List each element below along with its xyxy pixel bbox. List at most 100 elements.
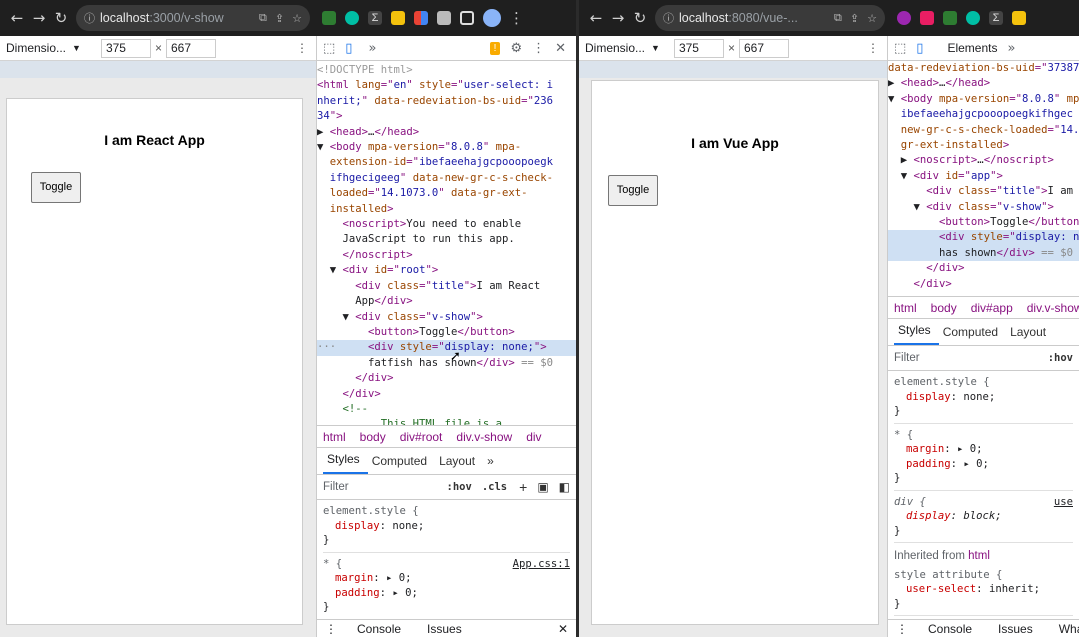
paint-icon[interactable]: ▣ (537, 480, 548, 494)
subtab-styles[interactable]: Styles (323, 452, 368, 474)
dom-node-line[interactable]: loaded="14.1073.0" data-gr-ext- (317, 186, 576, 201)
subtab-[interactable]: » (483, 454, 502, 474)
drawer-tab-issues[interactable]: Issues (427, 622, 462, 636)
more-panels-icon[interactable]: » (368, 41, 376, 56)
subtab-styles[interactable]: Styles (894, 323, 939, 345)
dom-node-line[interactable]: ▶ <noscript>…</noscript> (888, 153, 1079, 168)
styles-filter-input[interactable]: Filter (323, 481, 349, 493)
device-select[interactable]: Dimensio... (6, 41, 66, 55)
dom-node-line[interactable]: </div> (317, 387, 576, 402)
dom-node-line[interactable]: This HTML file is a (317, 417, 576, 425)
device-width-input[interactable]: 375 (100, 38, 151, 58)
inspect-element-icon[interactable]: ⬚ (323, 41, 335, 56)
device-width-input[interactable]: 375 (673, 38, 724, 58)
dom-node-line[interactable]: JavaScript to run this app. (317, 232, 576, 247)
dom-node-line[interactable]: </div> (888, 277, 1079, 292)
dom-node-line[interactable]: new-gr-c-s-check-loaded="14. (888, 123, 1079, 138)
bookmark-star-icon[interactable]: ☆ (292, 12, 302, 25)
dom-node-line[interactable]: <div class="title">I am React (317, 279, 576, 294)
device-toggle-icon[interactable]: ▯ (916, 41, 923, 56)
dom-node-line[interactable]: fatfish has shown</div> == $0 (317, 356, 576, 371)
drawer-tab-console[interactable]: Console (357, 622, 401, 636)
hover-state-toggle[interactable]: :hov (447, 481, 472, 493)
share-icon[interactable]: ⇪ (850, 12, 859, 25)
css-declaration[interactable]: padding: ▸ 0; (894, 457, 1073, 472)
translate-icon[interactable]: ⧉ (259, 11, 267, 25)
rule-source-link[interactable]: use (1054, 495, 1073, 510)
site-info-icon[interactable]: ⓘ (663, 10, 674, 26)
dom-node-line[interactable]: ▼ <div class="v-show"> (888, 200, 1079, 215)
inherited-tag[interactable]: html (968, 550, 990, 562)
profile-avatar[interactable] (483, 9, 501, 27)
new-rule-icon[interactable]: + (519, 479, 527, 495)
extension-reader-icon[interactable] (391, 11, 405, 25)
forward-icon[interactable]: → (28, 9, 50, 27)
dom-node-line[interactable]: ibefaeehajgcpooopoegkifhgec (888, 107, 1079, 122)
device-toolbar-menu-icon[interactable]: ⋮ (296, 41, 308, 55)
styles-filter-input[interactable]: Filter (894, 352, 920, 364)
site-info-icon[interactable]: ⓘ (84, 10, 95, 26)
extensions-puzzle-icon[interactable] (437, 11, 451, 25)
breadcrumb-item[interactable]: body (931, 301, 957, 315)
dom-node-line[interactable]: App</div> (317, 294, 576, 309)
css-declaration[interactable]: margin: ▸ 0; (323, 571, 570, 586)
extension-color-icon[interactable] (897, 11, 911, 25)
toggle-button[interactable]: Toggle (608, 175, 658, 206)
dom-node-line[interactable]: <button>Toggle</button> (888, 215, 1079, 230)
subtab-computed[interactable]: Computed (368, 454, 435, 474)
dom-node-line[interactable]: 34"> (317, 109, 576, 124)
drawer-tab-issues[interactable]: Issues (998, 622, 1033, 636)
extension-vue-icon[interactable] (322, 11, 336, 25)
css-declaration[interactable]: display: none; (323, 519, 570, 534)
dom-node-line[interactable]: ifhgecigeeg" data-new-gr-c-s-check- (317, 171, 576, 186)
subtab-layout[interactable]: Layout (435, 454, 483, 474)
back-icon[interactable]: ← (585, 9, 607, 27)
breadcrumb-item[interactable]: div#root (400, 430, 443, 444)
dom-node-line[interactable]: ▶ <head>…</head> (888, 76, 1079, 91)
dom-node-line[interactable]: installed> (317, 202, 576, 217)
dom-node-line[interactable]: ▼ <body mpa-version="8.0.8" mpa-ext (888, 92, 1079, 107)
css-declaration[interactable]: margin: ▸ 0; (894, 442, 1073, 457)
extension-vue-icon[interactable] (943, 11, 957, 25)
dom-node-line[interactable]: gr-ext-installed> (888, 138, 1079, 153)
extension-sigma-icon[interactable]: Σ (989, 11, 1003, 25)
extension-grammarly-icon[interactable] (966, 11, 980, 25)
breadcrumb-item[interactable]: html (894, 301, 917, 315)
dom-node-line[interactable]: ▼ <body mpa-version="8.0.8" mpa- (317, 140, 576, 155)
dom-node-line[interactable]: <button>Toggle</button> (317, 325, 576, 340)
more-panels-icon[interactable]: » (1007, 41, 1015, 56)
rule-source-link[interactable]: App.css:1 (513, 557, 570, 572)
dom-node-line[interactable]: <html lang="en" style="user-select: i (317, 78, 576, 93)
forward-icon[interactable]: → (607, 9, 629, 27)
reload-icon[interactable]: ↻ (629, 9, 651, 27)
dom-node-line[interactable]: <!DOCTYPE html> (317, 63, 576, 78)
elements-tree[interactable]: <!DOCTYPE html> <html lang="en" style="us… (317, 61, 576, 425)
drawer-tab-console[interactable]: Console (928, 622, 972, 636)
dom-node-line[interactable]: extension-id="ibefaeehajgcpooopoegk (317, 155, 576, 170)
breadcrumb-item[interactable]: div#app (971, 301, 1013, 315)
css-declaration[interactable]: user-select: inherit; (894, 582, 1073, 597)
device-toggle-icon[interactable]: ▯ (345, 41, 352, 56)
devtools-menu-icon[interactable]: ⋮ (532, 41, 545, 56)
extension-grammarly-icon[interactable] (345, 11, 359, 25)
device-height-input[interactable]: 667 (738, 38, 789, 58)
hover-state-toggle[interactable]: :hov (1048, 352, 1073, 364)
inspect-element-icon[interactable]: ⬚ (894, 41, 906, 56)
extension-star-icon[interactable] (920, 11, 934, 25)
css-declaration[interactable]: display: none; (894, 390, 1073, 405)
dom-node-line[interactable]: ▼ <div id="root"> (317, 263, 576, 278)
close-drawer-icon[interactable]: ✕ (558, 622, 568, 636)
dom-node-line[interactable]: ▼ <div id="app"> (888, 169, 1079, 184)
address-bar[interactable]: ⓘ localhost:3000/v-show ⧉ ⇪ ☆ (76, 5, 310, 31)
subtab-layout[interactable]: Layout (1006, 325, 1054, 345)
dom-node-line[interactable]: data-redeviation-bs-uid="37387 (888, 61, 1079, 76)
css-declaration[interactable]: padding: ▸ 0; (323, 586, 570, 601)
tab-elements[interactable]: Elements (947, 41, 997, 55)
breadcrumb-item[interactable]: body (360, 430, 386, 444)
dom-node-line[interactable]: ▶ <head>…</head> (317, 125, 576, 140)
share-icon[interactable]: ⇪ (275, 12, 284, 25)
dom-node-line[interactable]: ▼ <div class="v-show"> (317, 310, 576, 325)
drawer-menu-icon[interactable]: ⋮ (896, 622, 908, 636)
dom-node-line[interactable]: nherit;" data-redeviation-bs-uid="236 (317, 94, 576, 109)
css-declaration[interactable]: display: block; (894, 509, 1073, 524)
